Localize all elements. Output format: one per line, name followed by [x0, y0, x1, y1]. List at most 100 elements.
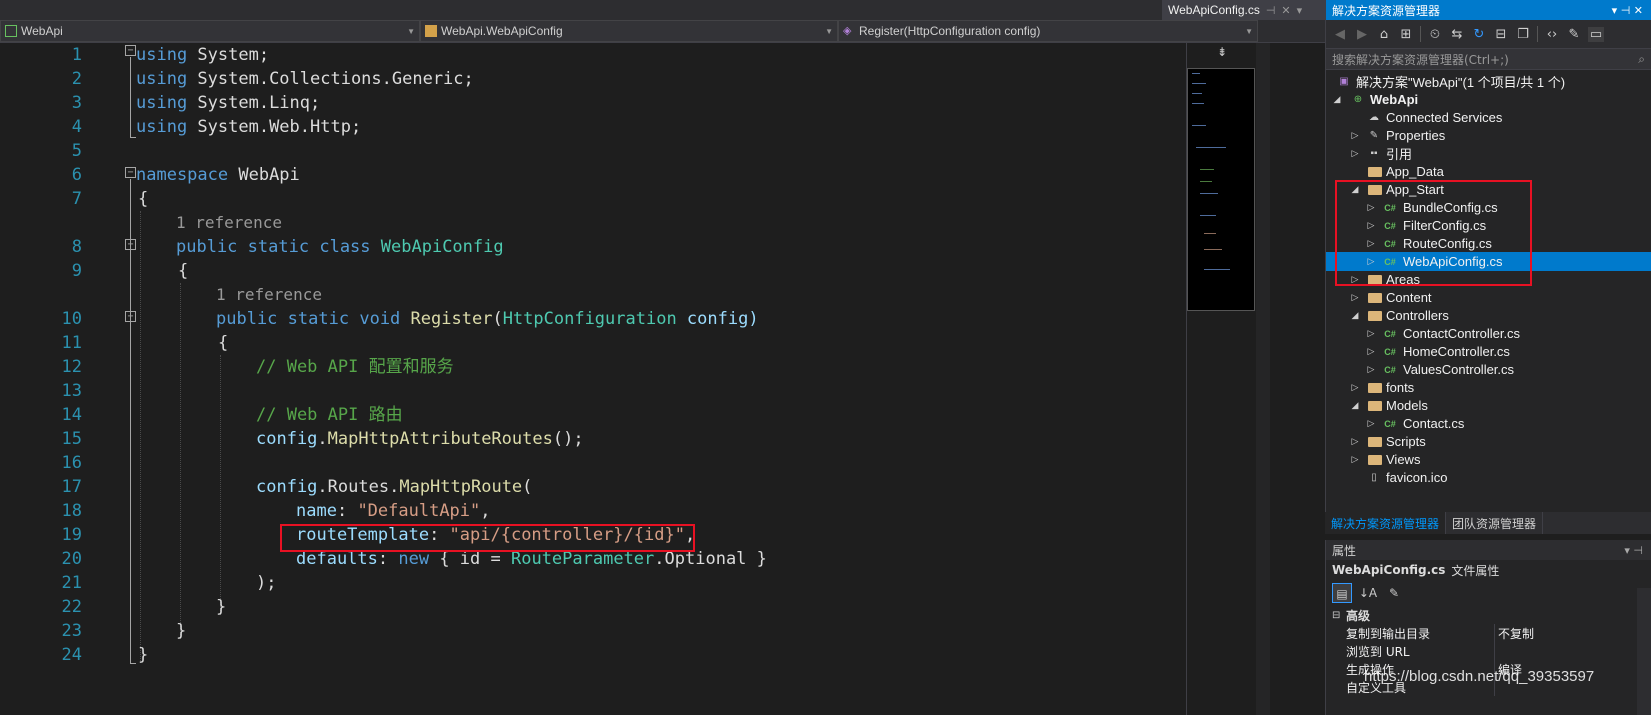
- collapsed-icon[interactable]: ▷: [1366, 346, 1376, 357]
- expanded-icon[interactable]: ◢: [1350, 310, 1360, 321]
- split-icon[interactable]: ⇟: [1217, 45, 1227, 59]
- property-pages-icon[interactable]: ✎: [1384, 583, 1404, 603]
- csharp-file-icon: C#: [1384, 328, 1396, 339]
- line-number: 3: [71, 93, 82, 113]
- tree-item-valuescontroller[interactable]: ▷ C# ValuesController.cs: [1326, 360, 1651, 379]
- tree-item-fonts[interactable]: ▷ fonts: [1326, 378, 1651, 397]
- expanded-icon[interactable]: ◢: [1350, 400, 1360, 411]
- codelens-references[interactable]: 1 reference: [176, 213, 282, 233]
- tab-solution-explorer[interactable]: 解决方案资源管理器: [1325, 512, 1447, 534]
- codelens-references[interactable]: 1 reference: [216, 285, 322, 305]
- collapse-icon[interactable]: −: [125, 45, 136, 56]
- tree-item-label: WebApi: [1370, 92, 1419, 107]
- collapse-icon[interactable]: ⊟: [1332, 610, 1340, 621]
- alphabetical-icon[interactable]: ↓A: [1358, 583, 1378, 603]
- tree-item-content[interactable]: ▷ Content: [1326, 288, 1651, 307]
- collapsed-icon[interactable]: ▷: [1350, 130, 1360, 141]
- property-value[interactable]: 不复制: [1498, 625, 1534, 642]
- collapsed-icon[interactable]: ▷: [1350, 454, 1360, 465]
- expanded-icon[interactable]: ◢: [1332, 94, 1342, 105]
- code-line: );: [256, 573, 277, 593]
- line-number: 16: [61, 453, 82, 473]
- properties-toolbar: ▤ ↓A ✎: [1326, 580, 1651, 606]
- collapse-icon[interactable]: −: [125, 311, 136, 322]
- collapsed-icon[interactable]: ▷: [1350, 436, 1360, 447]
- indicator-margin[interactable]: [0, 43, 30, 715]
- minimap-viewport[interactable]: [1187, 68, 1255, 311]
- view-code-icon[interactable]: ‹›: [1544, 27, 1560, 42]
- code-text-area[interactable]: using System; using System.Collections.G…: [136, 43, 1186, 715]
- categorized-icon[interactable]: ▤: [1332, 583, 1352, 603]
- line-number: 12: [61, 357, 82, 377]
- pin-icon[interactable]: ▾ ⊣ ✕: [1612, 4, 1643, 17]
- property-row[interactable]: 浏览到 URL: [1326, 642, 1651, 660]
- vertical-scrollbar[interactable]: [1256, 43, 1270, 715]
- line-number: 14: [61, 405, 82, 425]
- pending-changes-icon[interactable]: ⏲: [1427, 27, 1443, 42]
- collapse-icon[interactable]: −: [125, 167, 136, 178]
- line-number: 7: [71, 189, 82, 209]
- member-dropdown[interactable]: ◈ Register(HttpConfiguration config) ▼: [838, 20, 1258, 42]
- sync-icon[interactable]: ⇆: [1449, 27, 1465, 42]
- outlining-margin: − − − −: [120, 43, 136, 715]
- tab-team-explorer[interactable]: 团队资源管理器: [1446, 512, 1544, 534]
- collapsed-icon[interactable]: ▷: [1366, 328, 1376, 339]
- collapsed-icon[interactable]: ▷: [1350, 148, 1360, 159]
- code-line: config.MapHttpAttributeRoutes();: [256, 429, 584, 449]
- tree-item-label: 引用: [1386, 147, 1413, 162]
- tree-item-properties[interactable]: ▷ ✎ Properties: [1326, 126, 1651, 145]
- properties-wrench-icon[interactable]: ✎: [1566, 27, 1582, 42]
- tree-item-favicon[interactable]: ▯ favicon.ico: [1326, 468, 1651, 487]
- tree-item-label: App_Data: [1386, 164, 1444, 179]
- tree-item-contactcontroller[interactable]: ▷ C# ContactController.cs: [1326, 324, 1651, 343]
- collapsed-icon[interactable]: ▷: [1366, 364, 1376, 375]
- back-icon[interactable]: ◀: [1332, 27, 1348, 42]
- refresh-icon[interactable]: ↻: [1471, 27, 1487, 42]
- code-line: using System.Collections.Generic;: [136, 69, 474, 89]
- search-placeholder: 搜索解决方案资源管理器(Ctrl+;): [1332, 52, 1509, 67]
- project-dropdown[interactable]: WebApi ▼: [0, 20, 420, 42]
- forward-icon[interactable]: ▶: [1354, 27, 1370, 42]
- code-line: {: [218, 333, 229, 353]
- code-minimap[interactable]: ⇟: [1186, 43, 1256, 715]
- tree-item-models[interactable]: ◢ Models: [1326, 396, 1651, 415]
- show-all-files-icon[interactable]: ❐: [1515, 27, 1531, 42]
- tree-item-app-data[interactable]: App_Data: [1326, 162, 1651, 181]
- tree-item-scripts[interactable]: ▷ Scripts: [1326, 432, 1651, 451]
- close-icon[interactable]: ✕: [1281, 4, 1290, 17]
- folder-open-icon: [1368, 310, 1382, 321]
- properties-scrollbar[interactable]: [1637, 588, 1651, 715]
- class-dropdown[interactable]: WebApi.WebApiConfig ▼: [420, 20, 838, 42]
- collapsed-icon[interactable]: ▷: [1350, 382, 1360, 393]
- tree-item-contact[interactable]: ▷ C# Contact.cs: [1326, 414, 1651, 433]
- property-category[interactable]: ⊟ 高级: [1326, 606, 1651, 624]
- collapse-icon[interactable]: −: [125, 239, 136, 250]
- tree-item-project[interactable]: ◢ ⊕ WebApi: [1326, 90, 1651, 109]
- tree-item-references[interactable]: ▷ ▪▪ 引用: [1326, 144, 1651, 163]
- property-row[interactable]: 复制到输出目录 不复制: [1326, 624, 1651, 642]
- tree-item-views[interactable]: ▷ Views: [1326, 450, 1651, 469]
- switch-views-icon[interactable]: ⊞: [1398, 27, 1414, 42]
- tree-item-label: ValuesController.cs: [1403, 362, 1515, 377]
- chevron-down-icon[interactable]: ▾: [1297, 4, 1303, 17]
- line-number: 24: [61, 645, 82, 665]
- solution-search-input[interactable]: 搜索解决方案资源管理器(Ctrl+;) ⌕: [1326, 48, 1651, 70]
- tree-item-controllers[interactable]: ◢ Controllers: [1326, 306, 1651, 325]
- properties-object[interactable]: WebApiConfig.cs 文件属性: [1326, 560, 1651, 580]
- collapsed-icon[interactable]: ▷: [1350, 292, 1360, 303]
- line-number: 11: [61, 333, 82, 353]
- pin-icon[interactable]: ▾ ⊣: [1624, 544, 1643, 557]
- outline-line: [130, 57, 131, 137]
- csharp-file-icon: C#: [1384, 418, 1396, 429]
- pin-icon[interactable]: ⊣: [1266, 4, 1276, 17]
- solution-icon: ▣: [1339, 75, 1349, 87]
- code-editor[interactable]: WebApiConfig.cs ⊣ ✕ ▾ WebApi ▼ WebApi.We…: [0, 0, 1325, 715]
- collapsed-icon[interactable]: ▷: [1366, 418, 1376, 429]
- tree-item-homecontroller[interactable]: ▷ C# HomeController.cs: [1326, 342, 1651, 361]
- home-icon[interactable]: ⌂: [1376, 27, 1392, 42]
- tree-item-solution[interactable]: ▣ 解决方案"WebApi"(1 个项目/共 1 个): [1326, 72, 1651, 91]
- tree-item-connected-services[interactable]: ☁ Connected Services: [1326, 108, 1651, 127]
- tab-webapiconfig[interactable]: WebApiConfig.cs ⊣ ✕ ▾: [1162, 0, 1325, 20]
- collapse-all-icon[interactable]: ⊟: [1493, 27, 1509, 42]
- preview-icon[interactable]: ▭: [1588, 26, 1604, 42]
